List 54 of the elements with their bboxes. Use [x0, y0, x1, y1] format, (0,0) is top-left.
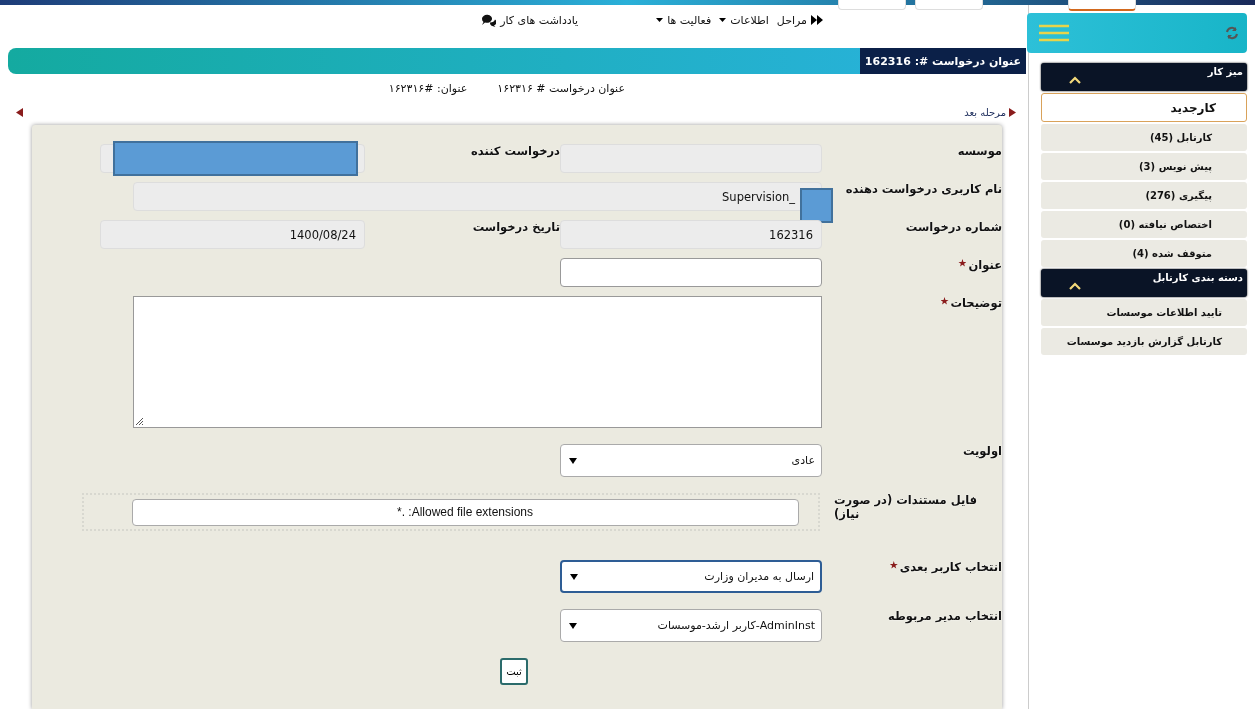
caret-icon	[719, 18, 727, 22]
field-label: درخواست کننده	[471, 144, 560, 158]
nav-link[interactable]: مراحل	[776, 13, 807, 27]
field-label: نام کاربری درخواست دهنده	[845, 182, 1002, 196]
subtitle-text: عنوان درخواست # ۱۶۲۳۱۶	[497, 82, 625, 95]
readonly-field[interactable]	[100, 144, 365, 173]
field-label: انتخاب مدیر مربوطه	[888, 609, 1002, 623]
section-header[interactable]: میز کار	[1041, 63, 1247, 91]
field-label: موسسه	[957, 144, 1002, 158]
sidebar-item[interactable]: تایید اطلاعات موسسات	[1041, 299, 1247, 326]
caret-icon	[570, 573, 578, 580]
caret-icon	[569, 622, 577, 629]
subtitle-text: عنوان: #۱۶۲۳۱۶	[388, 82, 468, 95]
section-header[interactable]: دسته بندی کارتابل	[1041, 269, 1247, 297]
input-field[interactable]	[560, 258, 822, 287]
dropdown[interactable]: عادی	[560, 444, 822, 477]
dropdown[interactable]: AdminInst-کاربر ارشد-موسسات	[560, 609, 822, 642]
arrow-icon	[16, 108, 23, 117]
menu-icon[interactable]	[1039, 24, 1069, 42]
sidebar-item[interactable]: اختصاص نیافته (0)	[1041, 211, 1247, 238]
readonly-field[interactable]: Supervision_	[133, 182, 822, 211]
caret-icon	[569, 457, 577, 464]
field-label: تاریخ درخواست	[472, 220, 560, 234]
sidebar-item[interactable]: پیش نویس (3)	[1041, 153, 1247, 180]
field-label: عنوان	[958, 258, 1002, 272]
page-title: عنوان درخواست #: 162316	[859, 48, 1026, 74]
sidebar-item[interactable]: پیگیری (276)	[1041, 182, 1247, 209]
chat-icon	[481, 13, 497, 27]
sidebar-item[interactable]: متوقف شده (4)	[1041, 240, 1247, 267]
file-upload-field[interactable]: Allowed file extensions: .*	[131, 498, 799, 526]
dropdown[interactable]: ارسال به مدیران وزارت	[560, 560, 822, 593]
arrow-icon	[1009, 108, 1016, 117]
sidebar-item[interactable]: کارتابل گزارش بازدید موسسات	[1041, 328, 1247, 355]
nav-menu[interactable]: فعالیت ها	[667, 13, 712, 27]
field-label: فایل مستندات (در صورت نیاز)	[834, 493, 979, 521]
section-title: میز کار	[1207, 66, 1243, 77]
caret-icon	[656, 18, 664, 22]
refresh-icon[interactable]	[1225, 26, 1239, 40]
field-label: توضیحات	[940, 296, 1002, 310]
readonly-field[interactable]: 1400/08/24	[100, 220, 365, 249]
double-arrow-icon	[811, 15, 823, 25]
top-tab[interactable]	[1068, 0, 1136, 11]
sidebar-item[interactable]: کارجدید	[1041, 93, 1247, 122]
nav-link[interactable]: یادداشت های کار	[500, 13, 579, 27]
next-step-link[interactable]: مرحله بعد	[964, 107, 1006, 118]
resize-grip-icon[interactable]	[135, 417, 144, 426]
field-label: شماره درخواست	[905, 220, 1002, 234]
field-label: اولویت	[962, 444, 1002, 458]
readonly-field[interactable]: 162316	[560, 220, 822, 249]
submit-button[interactable]: ثبت	[500, 658, 528, 685]
section-title: دسته بندی کارتابل	[1152, 272, 1243, 283]
sidebar-item[interactable]: کارتابل (45)	[1041, 124, 1247, 151]
field-label: انتخاب کاربر بعدی	[889, 560, 1002, 574]
nav-menu[interactable]: اطلاعات	[730, 13, 769, 27]
